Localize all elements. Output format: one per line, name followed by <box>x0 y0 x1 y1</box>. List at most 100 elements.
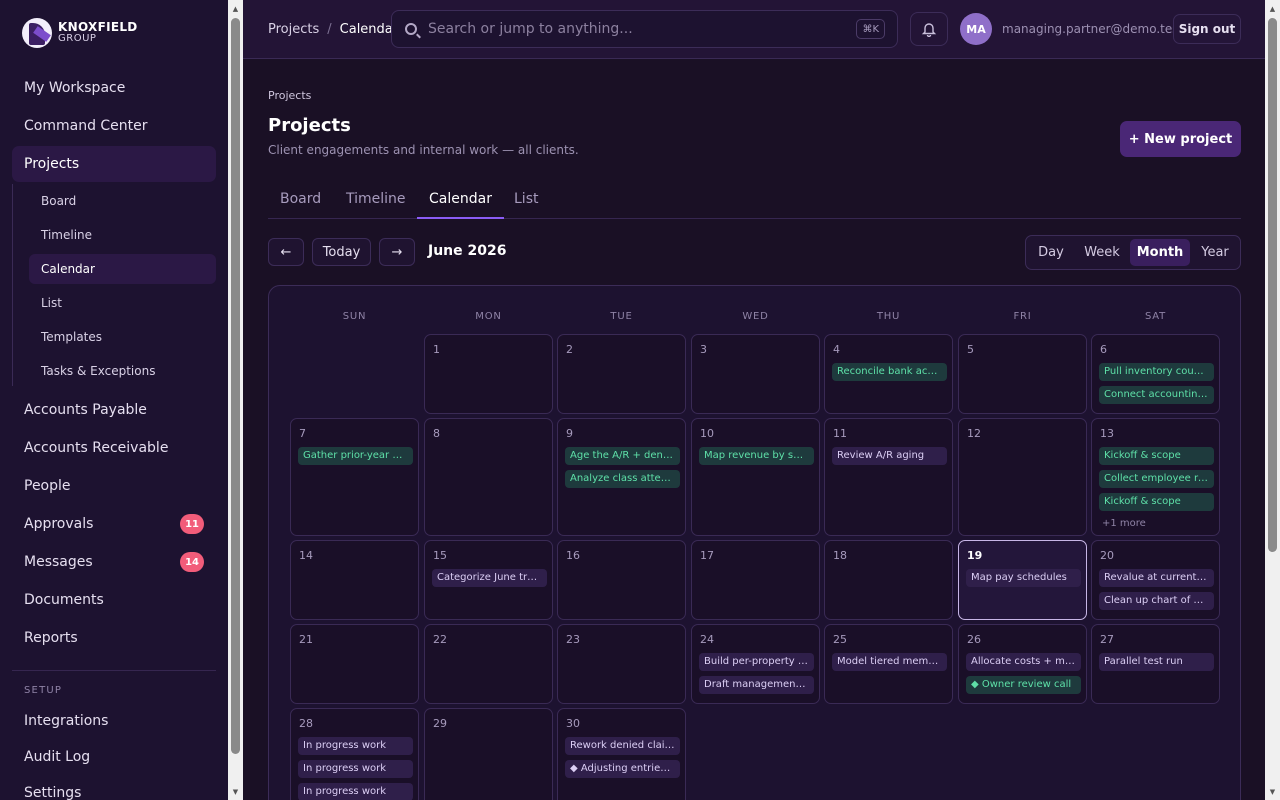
sidebar-item-integrations[interactable]: Integrations <box>12 703 216 739</box>
tab-timeline[interactable]: Timeline <box>346 191 406 219</box>
calendar-day-cell[interactable]: 9 Age the A/R + denials Analyze class atte… <box>557 418 686 536</box>
sidebar-item-documents[interactable]: Documents <box>12 582 216 618</box>
calendar-event[interactable]: Clean up chart of accounts <box>1099 592 1214 610</box>
more-events-link[interactable]: +1 more <box>1102 518 1146 529</box>
scroll-down-arrow-icon[interactable]: ▼ <box>1265 785 1280 799</box>
calendar-day-cell[interactable]: 14 <box>290 540 419 620</box>
calendar-event[interactable]: Revalue at current goods <box>1099 569 1214 587</box>
calendar-day-cell[interactable]: 17 <box>691 540 820 620</box>
page-breadcrumb[interactable]: Projects <box>268 89 311 102</box>
sidebar-item-settings[interactable]: Settings <box>12 775 216 800</box>
calendar-event[interactable]: Reconcile bank accounts <box>832 363 947 381</box>
calendar-event[interactable]: Collect employee records <box>1099 470 1214 488</box>
sidebar-item-my-workspace[interactable]: My Workspace <box>12 70 216 106</box>
new-project-button[interactable]: + New project <box>1120 121 1241 157</box>
sidebar-scrollbar[interactable]: ▲ ▼ <box>228 0 243 800</box>
scroll-up-arrow-icon[interactable]: ▲ <box>1265 2 1280 16</box>
notifications-button[interactable] <box>910 12 948 46</box>
calendar-day-cell[interactable]: 28 In progress work In progress work In pro… <box>290 708 419 800</box>
sidebar-subitem-timeline[interactable]: Timeline <box>29 220 216 250</box>
calendar-event[interactable]: Kickoff & scope <box>1099 447 1214 465</box>
sidebar-item-reports[interactable]: Reports <box>12 620 216 656</box>
view-week-button[interactable]: Week <box>1076 239 1128 266</box>
scroll-up-arrow-icon[interactable]: ▲ <box>228 2 243 16</box>
calendar-day-cell[interactable]: 16 <box>557 540 686 620</box>
calendar-event[interactable]: Model tiered membership <box>832 653 947 671</box>
calendar-event[interactable]: Analyze class attendance <box>565 470 680 488</box>
calendar-day-cell[interactable]: 20 Revalue at current goods Clean up chart… <box>1091 540 1220 620</box>
view-year-button[interactable]: Year <box>1192 239 1238 266</box>
today-button[interactable]: Today <box>312 238 371 266</box>
calendar-day-cell[interactable]: 8 <box>424 418 553 536</box>
calendar-event[interactable]: Map pay schedules <box>966 569 1081 587</box>
tab-list[interactable]: List <box>514 191 538 219</box>
calendar-day-cell[interactable]: 26 Allocate costs + margins ◆ Owner review… <box>958 624 1087 704</box>
calendar-event[interactable]: Review A/R aging <box>832 447 947 465</box>
sidebar-item-audit-log[interactable]: Audit Log <box>12 739 216 775</box>
sidebar-item-messages[interactable]: Messages 14 <box>12 544 216 580</box>
calendar-day-cell[interactable]: 29 <box>424 708 553 800</box>
calendar-event[interactable]: In progress work <box>298 783 413 800</box>
calendar-day-cell[interactable]: 24 Build per-property budgets Draft manage… <box>691 624 820 704</box>
global-search[interactable]: ⌘K <box>391 10 898 48</box>
calendar-event[interactable]: Map revenue by service <box>699 447 814 465</box>
calendar-day-cell[interactable]: 30 Rework denied claims ◆ Adjusting entrie… <box>557 708 686 800</box>
calendar-day-cell[interactable]: 27 Parallel test run <box>1091 624 1220 704</box>
tab-calendar[interactable]: Calendar <box>417 191 504 219</box>
main-scrollbar-thumb[interactable] <box>1268 18 1277 552</box>
calendar-day-cell[interactable]: 25 Model tiered membership <box>824 624 953 704</box>
scroll-down-arrow-icon[interactable]: ▼ <box>228 785 243 799</box>
calendar-day-cell-today[interactable]: 19 Map pay schedules <box>958 540 1087 620</box>
calendar-day-cell[interactable]: 13 Kickoff & scope Collect employee record… <box>1091 418 1220 536</box>
sidebar-subitem-calendar[interactable]: Calendar <box>29 254 216 284</box>
sidebar-item-projects[interactable]: Projects <box>12 146 216 182</box>
sidebar-subitem-tasks-exceptions[interactable]: Tasks & Exceptions <box>29 356 216 386</box>
sidebar-subitem-templates[interactable]: Templates <box>29 322 216 352</box>
calendar-event[interactable]: Gather prior-year activity <box>298 447 413 465</box>
calendar-day-cell[interactable]: 6 Pull inventory counts Connect accounting… <box>1091 334 1220 414</box>
calendar-event[interactable]: Allocate costs + margins <box>966 653 1081 671</box>
calendar-event[interactable]: Rework denied claims <box>565 737 680 755</box>
calendar-event[interactable]: Age the A/R + denials <box>565 447 680 465</box>
calendar-day-cell[interactable]: 4 Reconcile bank accounts <box>824 334 953 414</box>
tab-board[interactable]: Board <box>280 191 321 219</box>
calendar-event[interactable]: In progress work <box>298 760 413 778</box>
calendar-event[interactable]: Build per-property budgets <box>699 653 814 671</box>
main-scrollbar[interactable]: ▲ ▼ <box>1265 0 1280 800</box>
calendar-event[interactable]: Pull inventory counts <box>1099 363 1214 381</box>
calendar-day-cell[interactable]: 23 <box>557 624 686 704</box>
calendar-day-cell[interactable]: 15 Categorize June transactions <box>424 540 553 620</box>
sidebar-item-accounts-receivable[interactable]: Accounts Receivable <box>12 430 216 466</box>
calendar-day-cell[interactable]: 5 <box>958 334 1087 414</box>
view-month-button[interactable]: Month <box>1130 239 1190 266</box>
calendar-event[interactable]: Categorize June transactions <box>432 569 547 587</box>
calendar-day-cell[interactable]: 21 <box>290 624 419 704</box>
calendar-event[interactable]: Connect accounting + payroll <box>1099 386 1214 404</box>
sidebar-item-accounts-payable[interactable]: Accounts Payable <box>12 392 216 428</box>
calendar-event[interactable]: ◆ Adjusting entries + close <box>565 760 680 778</box>
view-day-button[interactable]: Day <box>1030 239 1072 266</box>
calendar-day-cell[interactable]: 11 Review A/R aging <box>824 418 953 536</box>
breadcrumb-projects-link[interactable]: Projects <box>268 22 319 37</box>
calendar-event[interactable]: In progress work <box>298 737 413 755</box>
calendar-day-cell[interactable]: 10 Map revenue by service <box>691 418 820 536</box>
calendar-day-cell[interactable]: 18 <box>824 540 953 620</box>
calendar-day-cell[interactable]: 22 <box>424 624 553 704</box>
calendar-event[interactable]: ◆ Owner review call <box>966 676 1081 694</box>
calendar-day-cell[interactable]: 1 <box>424 334 553 414</box>
search-input[interactable] <box>428 19 828 39</box>
sidebar-item-command-center[interactable]: Command Center <box>12 108 216 144</box>
sidebar-scrollbar-thumb[interactable] <box>231 18 240 754</box>
sidebar-subitem-list[interactable]: List <box>29 288 216 318</box>
calendar-event[interactable]: Kickoff & scope <box>1099 493 1214 511</box>
next-month-button[interactable]: → <box>379 238 415 266</box>
calendar-day-cell[interactable]: 3 <box>691 334 820 414</box>
avatar[interactable]: MA <box>960 13 992 45</box>
calendar-event[interactable]: Parallel test run <box>1099 653 1214 671</box>
prev-month-button[interactable]: ← <box>268 238 304 266</box>
calendar-day-cell[interactable]: 7 Gather prior-year activity <box>290 418 419 536</box>
sidebar-subitem-board[interactable]: Board <box>29 186 216 216</box>
brand-logo[interactable]: KNOXFIELD GROUP <box>22 18 138 48</box>
sign-out-button[interactable]: Sign out <box>1173 14 1241 44</box>
sidebar-item-people[interactable]: People <box>12 468 216 504</box>
